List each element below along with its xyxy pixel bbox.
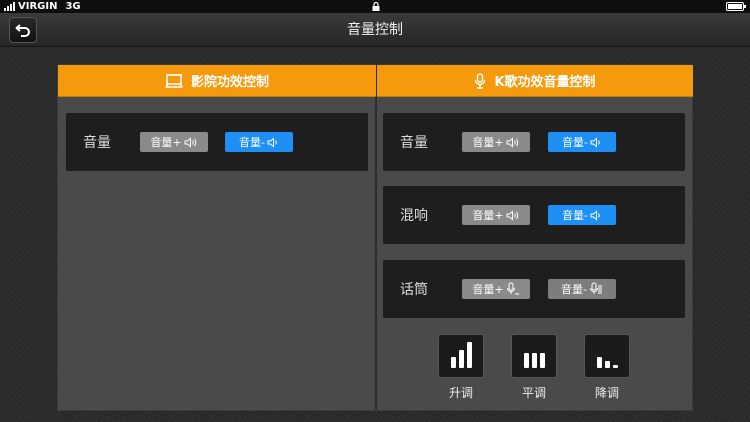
mic-up-button[interactable]: 音量+ — [462, 279, 530, 299]
row-label: 混响 — [400, 208, 428, 224]
back-icon — [15, 24, 30, 37]
speaker-icon — [506, 209, 518, 221]
microphone-down-icon — [589, 282, 602, 294]
row-label: 音量 — [400, 135, 428, 151]
row-label: 话筒 — [400, 282, 428, 298]
button-label: 音量- — [562, 209, 588, 222]
karaoke-volume-down-button[interactable]: 音量- — [548, 132, 616, 152]
cinema-column: 影院功效控制 音量 音量+ 音量- — [58, 65, 376, 410]
mic-down-button[interactable]: 音量- — [548, 279, 616, 299]
pitch-normal-button[interactable] — [511, 334, 557, 378]
back-button[interactable] — [9, 17, 37, 43]
navigation-bar: 音量控制 — [0, 13, 750, 47]
row-label: 音量 — [83, 135, 111, 151]
reverb-down-button[interactable]: 音量- — [548, 205, 616, 225]
microphone-icon — [474, 72, 486, 89]
control-panel: 影院功效控制 音量 音量+ 音量- K歌功效音量控制 音量 音量+ 音量- 混响… — [57, 64, 693, 411]
button-label: 音量+ — [472, 283, 504, 296]
speaker-icon — [590, 209, 600, 221]
pitch-normal-control: 平调 — [511, 334, 557, 401]
speaker-icon — [267, 136, 277, 148]
button-label: 音量- — [561, 283, 587, 296]
network-type: 3G — [65, 1, 81, 12]
pitch-up-button[interactable] — [438, 334, 484, 378]
button-label: 音量- — [562, 136, 588, 149]
pitch-up-label: 升调 — [448, 386, 473, 400]
pitch-up-control: 升调 — [438, 334, 484, 401]
karaoke-header-title: K歌功效音量控制 — [494, 75, 596, 90]
karaoke-header: K歌功效音量控制 — [377, 65, 693, 97]
cinema-header-title: 影院功效控制 — [190, 75, 269, 90]
karaoke-column: K歌功效音量控制 音量 音量+ 音量- 混响 音量+ 音量- 话筒 音量+ 音量… — [377, 65, 693, 410]
cinema-volume-up-button[interactable]: 音量+ — [140, 132, 208, 152]
karaoke-mic-row: 话筒 音量+ 音量- — [383, 260, 685, 318]
signal-bars-icon — [4, 2, 15, 11]
pitch-down-label: 降调 — [594, 386, 619, 400]
screen-icon — [165, 73, 183, 88]
karaoke-volume-row: 音量 音量+ 音量- — [383, 113, 685, 171]
cinema-volume-down-button[interactable]: 音量- — [225, 132, 293, 152]
karaoke-volume-up-button[interactable]: 音量+ — [462, 132, 530, 152]
lock-icon — [372, 2, 380, 11]
speaker-icon — [590, 136, 600, 148]
speaker-icon — [506, 136, 518, 148]
karaoke-reverb-row: 混响 音量+ 音量- — [383, 186, 685, 244]
button-label: 音量- — [239, 136, 265, 149]
carrier-name: VIRGIN — [18, 1, 58, 12]
cinema-header: 影院功效控制 — [58, 65, 376, 97]
reverb-up-button[interactable]: 音量+ — [462, 205, 530, 225]
battery-icon — [726, 2, 746, 11]
button-label: 音量+ — [472, 136, 504, 149]
speaker-icon — [184, 136, 196, 148]
status-bar: VIRGIN 3G — [0, 0, 750, 13]
cinema-volume-row: 音量 音量+ 音量- — [66, 113, 368, 171]
pitch-down-button[interactable] — [584, 334, 630, 378]
button-label: 音量+ — [472, 209, 504, 222]
page-title: 音量控制 — [347, 22, 403, 38]
pitch-down-control: 降调 — [584, 334, 630, 401]
pitch-normal-label: 平调 — [521, 386, 546, 400]
microphone-up-icon — [506, 282, 519, 295]
button-label: 音量+ — [150, 136, 182, 149]
